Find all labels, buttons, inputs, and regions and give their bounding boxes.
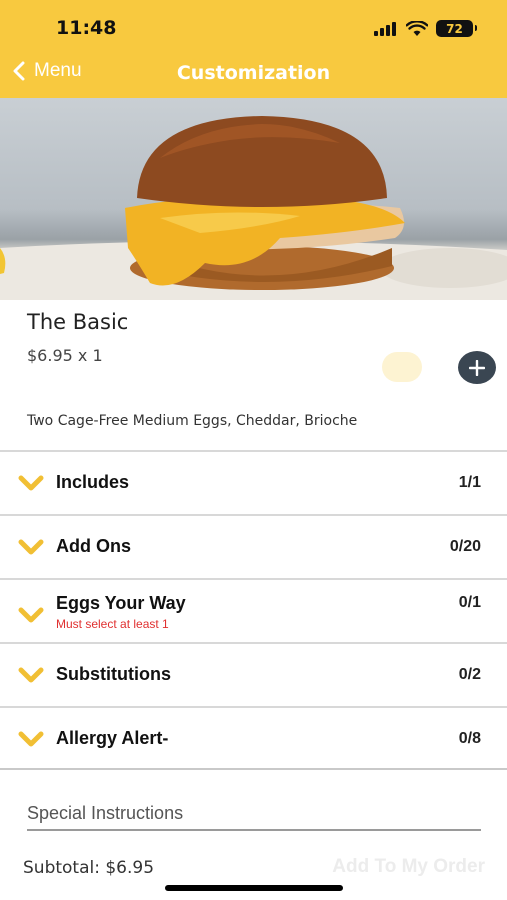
- section-includes[interactable]: Includes 1/1: [0, 450, 507, 514]
- chevron-down-icon: [18, 731, 44, 747]
- plus-icon: [469, 359, 485, 376]
- chevron-down-icon: [18, 539, 44, 555]
- quantity-decrease-button[interactable]: [382, 352, 422, 382]
- section-count: 0/2: [458, 666, 481, 683]
- section-count: 0/1: [458, 594, 481, 611]
- home-indicator[interactable]: [165, 885, 343, 891]
- sandwich-illustration: [0, 116, 507, 300]
- chevron-down-icon: [18, 607, 44, 623]
- item-name: The Basic: [27, 310, 129, 334]
- section-title: Includes: [56, 472, 130, 492]
- section-add-ons[interactable]: Add Ons 0/20: [0, 514, 507, 578]
- quantity-increase-button[interactable]: [458, 351, 496, 384]
- battery-level: 72: [446, 21, 463, 36]
- customization-screen: 11:48 72 Menu Customization The Basic $6…: [0, 0, 507, 900]
- section-count: 0/8: [458, 730, 481, 747]
- section-substitutions[interactable]: Substitutions 0/2: [0, 642, 507, 706]
- cellular-signal-icon: [374, 21, 396, 36]
- section-title: Substitutions: [56, 664, 171, 684]
- option-sections: Includes 1/1 Add Ons 0/20 Eggs Your Way …: [0, 450, 507, 770]
- section-allergy-alert[interactable]: Allergy Alert- 0/8: [0, 706, 507, 770]
- item-description: Two Cage-Free Medium Eggs, Cheddar, Brio…: [27, 413, 358, 429]
- status-icons: 72: [374, 20, 477, 37]
- subtotal: Subtotal: $6.95: [23, 858, 155, 878]
- section-eggs-your-way[interactable]: Eggs Your Way Must select at least 1 0/1: [0, 578, 507, 642]
- item-price: $6.95 x 1: [27, 346, 103, 365]
- section-title: Allergy Alert-: [56, 728, 169, 748]
- battery-icon: 72: [436, 20, 477, 37]
- special-instructions-input[interactable]: [27, 802, 481, 831]
- item-photo: [0, 98, 507, 300]
- section-count: 0/20: [449, 538, 481, 555]
- chevron-down-icon: [18, 475, 44, 491]
- section-count: 1/1: [458, 474, 481, 491]
- section-title: Add Ons: [56, 536, 131, 556]
- wifi-icon: [406, 20, 428, 36]
- chevron-down-icon: [18, 667, 44, 683]
- status-time: 11:48: [56, 17, 117, 39]
- required-notice: Must select at least 1: [56, 617, 169, 631]
- section-title: Eggs Your Way: [56, 593, 186, 613]
- page-title: Customization: [176, 62, 331, 84]
- add-to-order-button[interactable]: Add To My Order: [332, 856, 485, 878]
- header-bar: 11:48 72 Menu Customization: [0, 0, 507, 98]
